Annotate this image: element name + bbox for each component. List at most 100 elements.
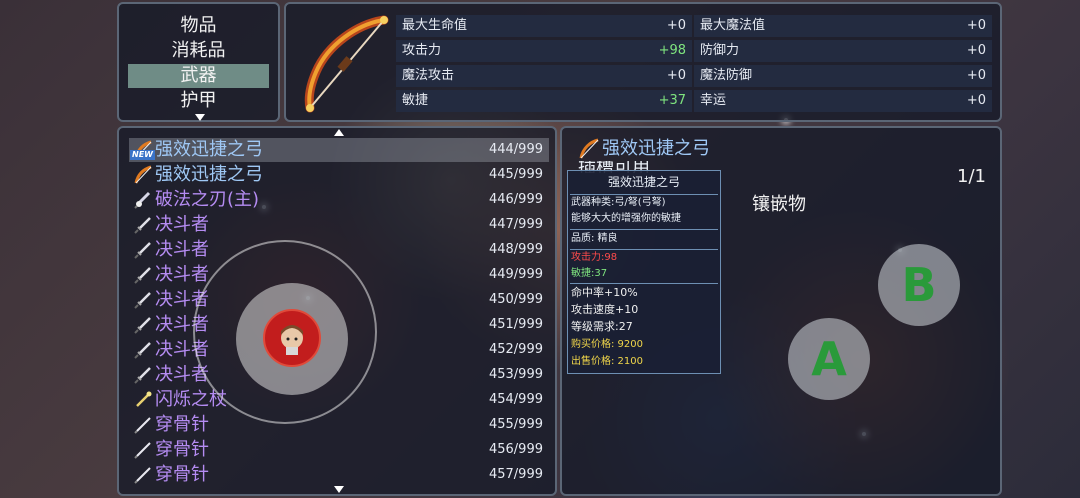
item-list-row[interactable]: 决斗者 447/999	[129, 213, 549, 237]
scroll-down-arrow-icon[interactable]	[334, 486, 344, 493]
item-count: 447/999	[488, 217, 543, 232]
stat-defense: 防御力 +0	[694, 40, 992, 62]
stat-agility: 敏捷 +37	[396, 90, 692, 112]
needle-icon	[133, 440, 153, 460]
item-name: 决斗者	[155, 264, 209, 285]
stat-luck: 幸运 +0	[694, 90, 992, 112]
item-count: 455/999	[488, 417, 543, 432]
item-count: 457/999	[488, 467, 543, 482]
stat-value: +0	[666, 18, 686, 33]
stat-value: +98	[658, 43, 686, 58]
staff-icon	[133, 390, 153, 410]
item-count: 452/999	[488, 342, 543, 357]
tooltip-type: 武器种类:弓/弩(弓弩)	[571, 197, 666, 208]
blade-icon	[133, 190, 153, 210]
sword-icon	[133, 340, 153, 360]
item-name: 穿骨针	[155, 439, 209, 460]
joystick-knob[interactable]	[263, 309, 321, 367]
item-list-row[interactable]: 强效迅捷之弓 445/999	[129, 163, 549, 187]
sword-icon	[133, 365, 153, 385]
tooltip-speed: 攻击速度+10	[571, 303, 639, 316]
sword-icon	[133, 215, 153, 235]
stat-value: +37	[658, 93, 686, 108]
stat-label: 魔法攻击	[402, 68, 455, 83]
sword-icon	[133, 240, 153, 260]
item-count: 454/999	[488, 392, 543, 407]
character-face-icon	[281, 325, 303, 355]
stat-magic-attack: 魔法攻击 +0	[396, 65, 692, 87]
new-badge: NEW	[130, 150, 155, 160]
socket-label: 镶嵌物	[752, 194, 806, 215]
tooltip-level: 等级需求:27	[571, 320, 633, 333]
stat-label: 魔法防御	[700, 68, 753, 83]
stats-panel: 最大生命值 +0 最大魔法值 +0 攻击力 +98 防御力 +0 魔法攻击 +0…	[284, 2, 1002, 122]
category-items[interactable]: 物品	[119, 14, 278, 38]
item-list-row[interactable]: 穿骨针 455/999	[129, 413, 549, 437]
item-count: 446/999	[488, 192, 543, 207]
bow-icon	[579, 138, 599, 159]
item-count: 449/999	[488, 267, 543, 282]
stat-value: +0	[966, 43, 986, 58]
needle-icon	[133, 465, 153, 485]
item-count: 450/999	[488, 292, 543, 307]
item-count: 456/999	[488, 442, 543, 457]
item-name: 穿骨针	[155, 414, 209, 435]
stat-label: 幸运	[700, 93, 727, 108]
tooltip-attack: 攻击力:98	[571, 252, 618, 263]
stat-value: +0	[966, 68, 986, 83]
stat-magic-defense: 魔法防御 +0	[694, 65, 992, 87]
tooltip-desc: 能够大大的增强你的敏捷	[571, 213, 681, 224]
stat-max-mp: 最大魔法值 +0	[694, 15, 992, 37]
item-list-row[interactable]: 穿骨针 456/999	[129, 438, 549, 462]
category-panel: 物品 消耗品 武器 护甲	[117, 2, 280, 122]
item-list-row[interactable]: 穿骨针 457/999	[129, 463, 549, 487]
stat-value: +0	[966, 93, 986, 108]
stat-label: 攻击力	[402, 43, 442, 58]
sword-icon	[133, 315, 153, 335]
item-name: 强效迅捷之弓	[155, 164, 263, 185]
stat-max-hp: 最大生命值 +0	[396, 15, 692, 37]
stat-label: 最大生命值	[402, 18, 468, 33]
b-button-label: B	[901, 258, 937, 312]
item-count: 445/999	[488, 167, 543, 182]
item-count: 453/999	[488, 367, 543, 382]
stat-label: 最大魔法值	[700, 18, 766, 33]
item-name: 破法之刃(主)	[155, 189, 260, 210]
tooltip-name: 强效迅捷之弓	[607, 175, 680, 189]
category-weapons[interactable]: 武器	[128, 64, 269, 88]
item-list-row[interactable]: NEW 强效迅捷之弓 444/999	[129, 138, 549, 162]
scroll-up-arrow-icon[interactable]	[334, 129, 344, 136]
a-button-label: A	[811, 332, 847, 386]
tooltip-hit: 命中率+10%	[571, 286, 638, 299]
item-list-row[interactable]: 破法之刃(主) 446/999	[129, 188, 549, 212]
tooltip-sell-price: 出售价格: 2100	[571, 356, 643, 367]
divider	[570, 229, 718, 230]
category-consumables[interactable]: 消耗品	[119, 39, 278, 63]
stat-attack: 攻击力 +98	[396, 40, 692, 62]
item-count: 451/999	[488, 317, 543, 332]
bow-icon	[133, 165, 153, 185]
stat-value: +0	[966, 18, 986, 33]
tooltip-agility: 敏捷:37	[571, 268, 608, 279]
bow-icon	[298, 14, 394, 114]
category-armor[interactable]: 护甲	[119, 89, 278, 113]
a-button[interactable]: A	[788, 318, 870, 400]
b-button[interactable]: B	[878, 244, 960, 326]
needle-icon	[133, 415, 153, 435]
stat-label: 敏捷	[402, 93, 429, 108]
detail-title: 强效迅捷之弓	[602, 138, 710, 159]
tooltip-buy-price: 购买价格: 9200	[571, 339, 643, 350]
page-indicator: 1/1	[957, 166, 986, 187]
stat-value: +0	[666, 68, 686, 83]
sword-icon	[133, 290, 153, 310]
stat-label: 防御力	[700, 43, 740, 58]
item-name: 决斗者	[155, 214, 209, 235]
tooltip-quality: 品质: 精良	[571, 233, 618, 244]
item-name: 强效迅捷之弓	[155, 139, 263, 160]
item-name: 穿骨针	[155, 464, 209, 485]
item-count: 448/999	[488, 242, 543, 257]
item-count: 444/999	[488, 142, 543, 157]
item-name: 决斗者	[155, 239, 209, 260]
item-tooltip: 强效迅捷之弓 武器种类:弓/弩(弓弩) 能够大大的增强你的敏捷 品质: 精良 攻…	[567, 170, 721, 374]
scroll-down-arrow-icon[interactable]	[195, 114, 205, 121]
